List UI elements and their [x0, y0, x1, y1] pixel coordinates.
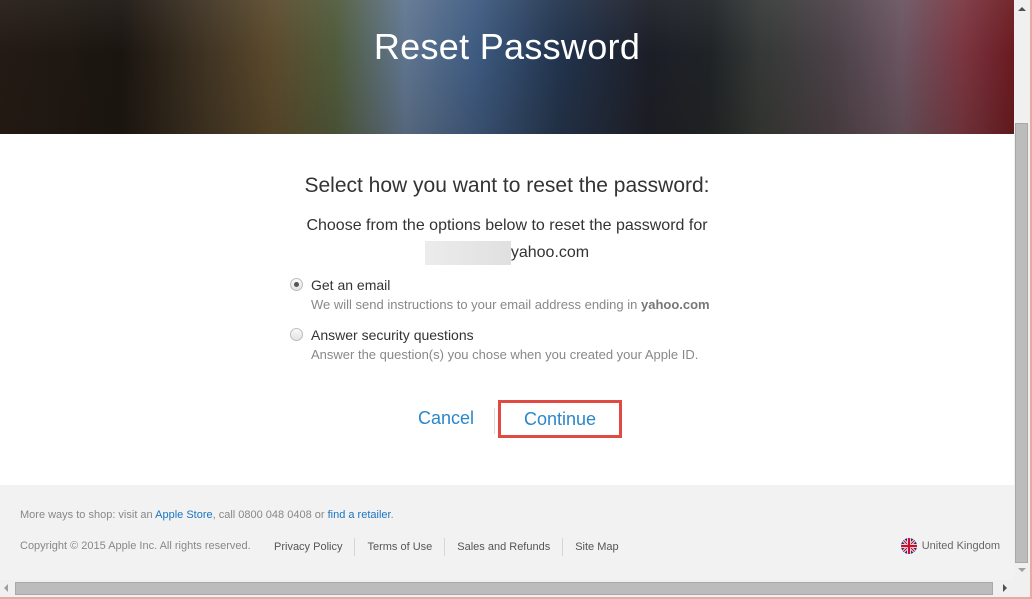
- email-domain: yahoo.com: [510, 244, 590, 261]
- hero-banner: Reset Password: [0, 0, 1014, 134]
- copyright: Copyright © 2015 Apple Inc. All rights r…: [20, 540, 251, 552]
- radio-security-questions[interactable]: [290, 328, 303, 341]
- scroll-up-icon[interactable]: [1018, 7, 1026, 11]
- help-text: We will send instructions to your email …: [311, 297, 641, 312]
- vertical-scrollbar[interactable]: [1014, 0, 1030, 580]
- reset-form: Select how you want to reset the passwor…: [0, 134, 1014, 485]
- region-label: United Kingdom: [921, 540, 1000, 552]
- scroll-right-icon[interactable]: [1003, 584, 1007, 592]
- footer-link-sales-and-refunds[interactable]: Sales and Refunds: [444, 538, 562, 556]
- shop-text: .: [390, 509, 394, 521]
- form-description: Choose from the options below to reset t…: [0, 212, 1014, 274]
- option-label[interactable]: Get an email: [311, 276, 730, 294]
- find-retailer-link[interactable]: find a retailer: [328, 509, 391, 521]
- redacted-email-prefix: [424, 240, 511, 265]
- option-help: We will send instructions to your email …: [311, 294, 730, 316]
- footer-link-privacy-policy[interactable]: Privacy Policy: [274, 538, 354, 556]
- apple-store-link[interactable]: Apple Store: [155, 509, 212, 521]
- cancel-button[interactable]: Cancel: [418, 408, 474, 429]
- footer: More ways to shop: visit an Apple Store,…: [0, 485, 1014, 580]
- uk-flag-icon: [900, 538, 917, 554]
- option-security-questions[interactable]: Answer security questions Answer the que…: [290, 326, 730, 366]
- page-title: Reset Password: [373, 26, 641, 67]
- option-label[interactable]: Answer security questions: [311, 326, 730, 344]
- vertical-scroll-thumb[interactable]: [1015, 123, 1028, 563]
- footer-link-terms-of-use[interactable]: Terms of Use: [354, 538, 444, 556]
- scrollbar-corner: [1014, 580, 1030, 597]
- horizontal-scroll-thumb[interactable]: [15, 582, 993, 595]
- radio-get-email[interactable]: [290, 278, 303, 291]
- description-text: Choose from the options below to reset t…: [306, 217, 708, 234]
- footer-link-site-map[interactable]: Site Map: [562, 538, 630, 556]
- region-selector[interactable]: United Kingdom: [900, 538, 1000, 554]
- shop-text: More ways to shop: visit an: [20, 509, 156, 521]
- footer-shop-info: More ways to shop: visit an Apple Store,…: [20, 509, 394, 521]
- option-get-email[interactable]: Get an email We will send instructions t…: [290, 276, 730, 316]
- continue-button[interactable]: Continue: [498, 400, 622, 438]
- horizontal-scrollbar[interactable]: [0, 580, 1014, 597]
- scroll-left-icon[interactable]: [4, 584, 8, 592]
- footer-bottom: Copyright © 2015 Apple Inc. All rights r…: [20, 538, 1000, 556]
- footer-links: Privacy Policy Terms of Use Sales and Re…: [274, 538, 631, 556]
- page-viewport: Reset Password Select how you want to re…: [0, 0, 1014, 580]
- button-divider: [494, 408, 495, 434]
- option-help: Answer the question(s) you chose when yo…: [311, 347, 699, 362]
- account-email: yahoo.com: [424, 239, 590, 266]
- scroll-down-icon[interactable]: [1018, 568, 1026, 572]
- form-actions: Cancel Continue: [0, 400, 1014, 440]
- form-subtitle: Select how you want to reset the passwor…: [304, 174, 710, 197]
- help-email-domain: yahoo.com: [640, 297, 710, 312]
- shop-text: , call 0800 048 0408 or: [212, 509, 328, 521]
- reset-options: Get an email We will send instructions t…: [290, 276, 730, 376]
